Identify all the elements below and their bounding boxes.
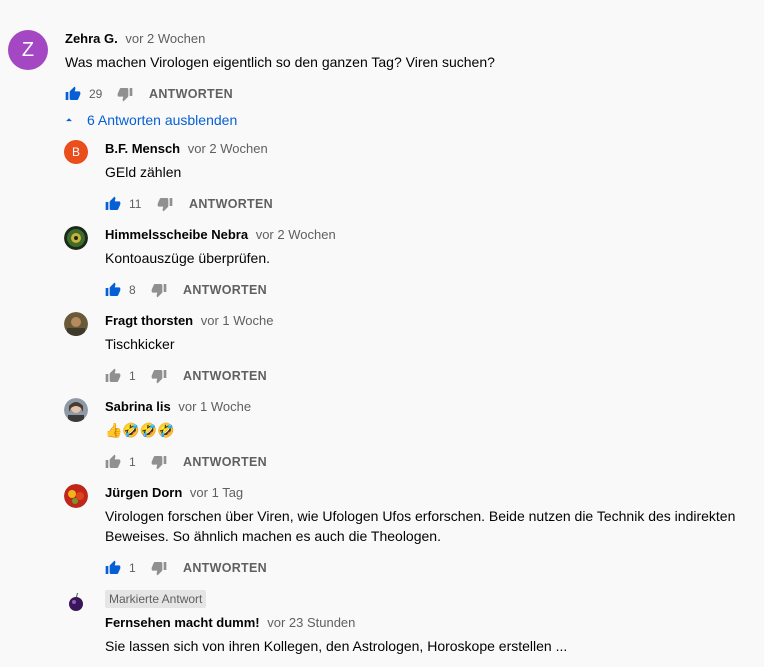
avatar[interactable] <box>64 312 88 336</box>
comment-author[interactable]: Jürgen Dorn <box>105 485 182 500</box>
avatar[interactable] <box>64 398 88 422</box>
disc-avatar-icon <box>64 226 88 250</box>
comment-actions: 1 ANTWORTEN <box>105 364 745 388</box>
comment-text: Kontoauszüge überprüfen. <box>105 250 271 266</box>
thumbs-up-icon[interactable] <box>105 282 121 298</box>
comment-author[interactable]: Sabrina lis <box>105 399 171 414</box>
comment-author[interactable]: Fragt thorsten <box>105 313 193 328</box>
hide-replies-label: 6 Antworten ausblenden <box>87 112 238 128</box>
comment-actions: 8 ANTWORTEN <box>105 278 745 302</box>
comment-time[interactable]: vor 1 Tag <box>190 485 243 500</box>
reply-button[interactable]: ANTWORTEN <box>183 369 267 383</box>
photo-avatar-icon <box>64 312 88 336</box>
comment-text: Sie lassen sich von ihren Kollegen, den … <box>105 638 568 654</box>
thumbs-up-icon[interactable] <box>65 86 81 102</box>
reply-button[interactable]: ANTWORTEN <box>183 455 267 469</box>
thumbs-down-icon[interactable] <box>151 282 167 298</box>
thumbs-down-icon[interactable] <box>157 196 173 212</box>
thumbs-up-icon[interactable] <box>105 368 121 384</box>
like-count: 11 <box>129 197 142 211</box>
comment-author[interactable]: Zehra G. <box>65 31 118 46</box>
reply-button[interactable]: ANTWORTEN <box>149 87 233 101</box>
thumbs-down-icon[interactable] <box>151 454 167 470</box>
photo-avatar-icon <box>64 484 88 508</box>
reply-button[interactable]: ANTWORTEN <box>189 197 273 211</box>
top-comment: Zehra G. vor 2 Wochen Was machen Virolog… <box>65 30 755 106</box>
hide-replies-button[interactable]: 6 Antworten ausblenden <box>62 110 237 130</box>
comment-actions: 11 ANTWORTEN <box>105 192 745 216</box>
avatar[interactable] <box>64 590 88 614</box>
like-count: 29 <box>89 87 103 101</box>
chevron-up-icon <box>66 118 72 122</box>
thumbs-up-icon[interactable] <box>105 454 121 470</box>
pinned-reply-badge: Markierte Antwort <box>105 590 207 608</box>
reply-button[interactable]: ANTWORTEN <box>183 283 267 297</box>
comment-time[interactable]: vor 1 Woche <box>201 313 274 328</box>
avatar[interactable]: B <box>64 140 88 164</box>
avatar[interactable] <box>64 226 88 250</box>
comment-header: Zehra G. vor 2 Wochen <box>65 30 755 48</box>
comment-text: Was machen Virologen eigentlich so den g… <box>65 54 495 70</box>
like-count: 1 <box>129 561 136 575</box>
comment-author[interactable]: Fernsehen macht dumm! <box>105 615 260 630</box>
avatar[interactable] <box>64 484 88 508</box>
thumbs-up-icon[interactable] <box>105 560 121 576</box>
comment-text: GEld zählen <box>105 164 182 180</box>
like-count: 1 <box>129 369 136 383</box>
photo-avatar-icon <box>64 590 88 614</box>
like-count: 8 <box>129 283 136 297</box>
photo-avatar-icon <box>64 398 88 422</box>
comment-actions: 29 ANTWORTEN <box>65 82 755 106</box>
comment-author[interactable]: B.F. Mensch <box>105 141 180 156</box>
comment-actions: 1 ANTWORTEN <box>105 556 745 580</box>
comment-text: Tischkicker <box>105 336 175 352</box>
comment-thread: Z Zehra G. vor 2 Wochen Was machen Virol… <box>0 0 764 667</box>
comment-text: Virologen forschen über Viren, wie Ufolo… <box>105 508 736 544</box>
comment-time[interactable]: vor 2 Wochen <box>125 31 205 46</box>
comment-time[interactable]: vor 2 Wochen <box>188 141 268 156</box>
reply-button[interactable]: ANTWORTEN <box>183 561 267 575</box>
thumbs-down-icon[interactable] <box>151 368 167 384</box>
comment-text: 👍🤣🤣🤣 <box>105 422 175 438</box>
comment-author[interactable]: Himmelsscheibe Nebra <box>105 227 248 242</box>
like-count: 1 <box>129 455 136 469</box>
comment-time[interactable]: vor 23 Stunden <box>267 615 355 630</box>
comment-time[interactable]: vor 1 Woche <box>178 399 251 414</box>
thumbs-down-icon[interactable] <box>151 560 167 576</box>
comment-actions: 1 ANTWORTEN <box>105 450 745 474</box>
comment-time[interactable]: vor 2 Wochen <box>256 227 336 242</box>
thumbs-down-icon[interactable] <box>117 86 133 102</box>
avatar[interactable]: Z <box>8 30 48 70</box>
thumbs-up-icon[interactable] <box>105 196 121 212</box>
